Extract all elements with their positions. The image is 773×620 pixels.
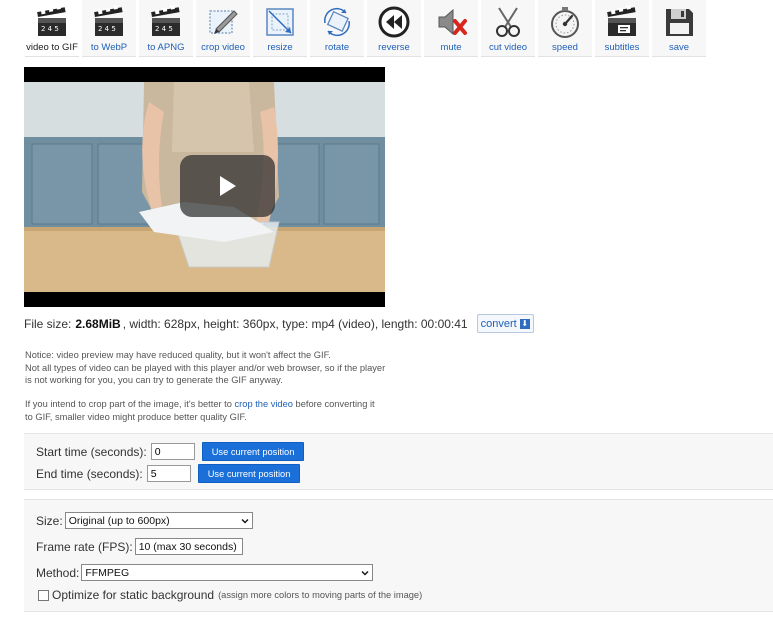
tool-mute[interactable]: mute — [424, 0, 478, 57]
video-player[interactable] — [24, 67, 385, 307]
tool-label: resize — [267, 42, 293, 53]
speedometer-icon — [551, 7, 579, 38]
tool-label: speed — [552, 42, 578, 53]
method-row: Method: FFMPEG — [36, 564, 374, 581]
size-label: Size: — [36, 513, 63, 528]
end-use-current-position-button[interactable]: Use current position — [197, 464, 301, 483]
tool-label: mute — [440, 42, 462, 53]
tool-speed[interactable]: speed — [538, 0, 592, 57]
fps-label: Frame rate (FPS): — [36, 539, 133, 554]
play-icon — [220, 176, 236, 196]
tool-cut-video[interactable]: cut video — [481, 0, 535, 57]
notice-line: Notice: video preview may have reduced q… — [25, 350, 331, 360]
tools-toolbar: 2 4 5 video to GIF 2 4 5 to WebP 2 4 5 t… — [25, 0, 709, 57]
chevron-down-icon — [241, 518, 249, 523]
tool-reverse[interactable]: reverse — [367, 0, 421, 57]
chevron-down-icon — [361, 570, 369, 575]
crop-video-link[interactable]: crop the video — [235, 399, 293, 409]
tool-label: cut video — [488, 42, 528, 53]
file-info: File size: 2.68MiB , width: 628px, heigh… — [24, 314, 534, 333]
clapperboard-icon: 2 4 5 — [94, 5, 123, 36]
file-details: , width: 628px, height: 360px, type: mp4… — [122, 316, 468, 331]
mute-icon — [438, 8, 467, 36]
crop-notice: If you intend to crop part of the image,… — [25, 398, 405, 423]
subtitles-clapperboard-icon — [607, 5, 636, 36]
tool-label: save — [668, 42, 690, 53]
tool-crop-video[interactable]: crop video — [196, 0, 250, 57]
scissors-icon — [496, 7, 520, 37]
size-select[interactable]: Original (up to 600px) — [64, 512, 253, 529]
options-panel: Size: Original (up to 600px) Frame rate … — [24, 499, 773, 612]
reverse-icon — [378, 6, 410, 38]
size-row: Size: Original (up to 600px) — [36, 512, 253, 529]
crop-notice-text: before converting it — [292, 399, 375, 409]
tool-save[interactable]: save — [652, 0, 706, 57]
clapperboard-icon: 2 4 5 — [151, 5, 180, 36]
tool-to-webp[interactable]: 2 4 5 to WebP — [82, 0, 136, 57]
optimize-checkbox[interactable] — [38, 589, 49, 601]
tool-subtitles[interactable]: subtitles — [595, 0, 649, 57]
download-arrow-icon: ⬇ — [519, 318, 530, 329]
preview-notice: Notice: video preview may have reduced q… — [25, 349, 405, 387]
file-size-label: File size: — [24, 316, 72, 331]
size-select-value: Original (up to 600px) — [68, 514, 170, 527]
file-size-value: 2.68MiB — [75, 316, 121, 331]
fps-select-value: 10 (max 30 seconds) — [138, 540, 237, 553]
rotate-icon — [324, 7, 350, 37]
method-select-value: FFMPEG — [85, 566, 130, 579]
notice-line: is not working for you, you can try to g… — [25, 375, 283, 385]
method-select[interactable]: FFMPEG — [81, 564, 374, 581]
method-label: Method: — [36, 565, 80, 580]
tool-video-to-gif[interactable]: 2 4 5 video to GIF — [25, 0, 79, 57]
tool-label: to WebP — [90, 42, 128, 53]
fps-select[interactable]: 10 (max 30 seconds) — [134, 538, 243, 555]
tool-to-apng[interactable]: 2 4 5 to APNG — [139, 0, 193, 57]
crop-notice-line2: to GIF, smaller video might produce bett… — [25, 411, 247, 422]
end-time-label: End time (seconds): — [36, 466, 143, 481]
clapperboard-icon: 2 4 5 — [37, 5, 66, 36]
tool-label: to APNG — [147, 42, 185, 53]
optimize-label[interactable]: Optimize for static background — [52, 588, 214, 602]
clapper-digits: 2 4 5 — [41, 25, 59, 33]
start-time-label: Start time (seconds): — [36, 444, 147, 459]
tool-resize[interactable]: resize — [253, 0, 307, 57]
tool-label: reverse — [378, 42, 410, 53]
clapper-digits: 2 4 5 — [155, 25, 173, 33]
time-panel: Start time (seconds): Use current positi… — [24, 433, 773, 490]
optimize-note: (assign more colors to moving parts of t… — [218, 590, 423, 600]
tool-label: video to GIF — [26, 42, 78, 53]
start-use-current-position-button[interactable]: Use current position — [201, 442, 305, 461]
clapper-digits: 2 4 5 — [98, 25, 116, 33]
tool-rotate[interactable]: rotate — [310, 0, 364, 57]
tool-label: rotate — [324, 42, 350, 53]
convert-label: convert — [480, 317, 517, 330]
floppy-disk-icon — [666, 9, 693, 36]
crop-notice-text: If you intend to crop part of the image,… — [25, 399, 235, 409]
tool-label: subtitles — [604, 42, 640, 53]
tool-label: crop video — [201, 42, 245, 53]
optimize-row: Optimize for static background (assign m… — [38, 588, 422, 602]
convert-button[interactable]: convert ⬇ — [476, 314, 534, 333]
end-time-input[interactable] — [146, 465, 191, 482]
play-button[interactable] — [180, 155, 275, 217]
resize-icon — [266, 8, 294, 36]
end-time-row: End time (seconds): Use current position — [36, 464, 301, 483]
start-time-row: Start time (seconds): Use current positi… — [36, 442, 305, 461]
start-time-input[interactable] — [150, 443, 195, 460]
crop-icon — [209, 10, 238, 34]
notice-line: Not all types of video can be played wit… — [25, 362, 386, 373]
fps-row: Frame rate (FPS): 10 (max 30 seconds) — [36, 538, 243, 555]
